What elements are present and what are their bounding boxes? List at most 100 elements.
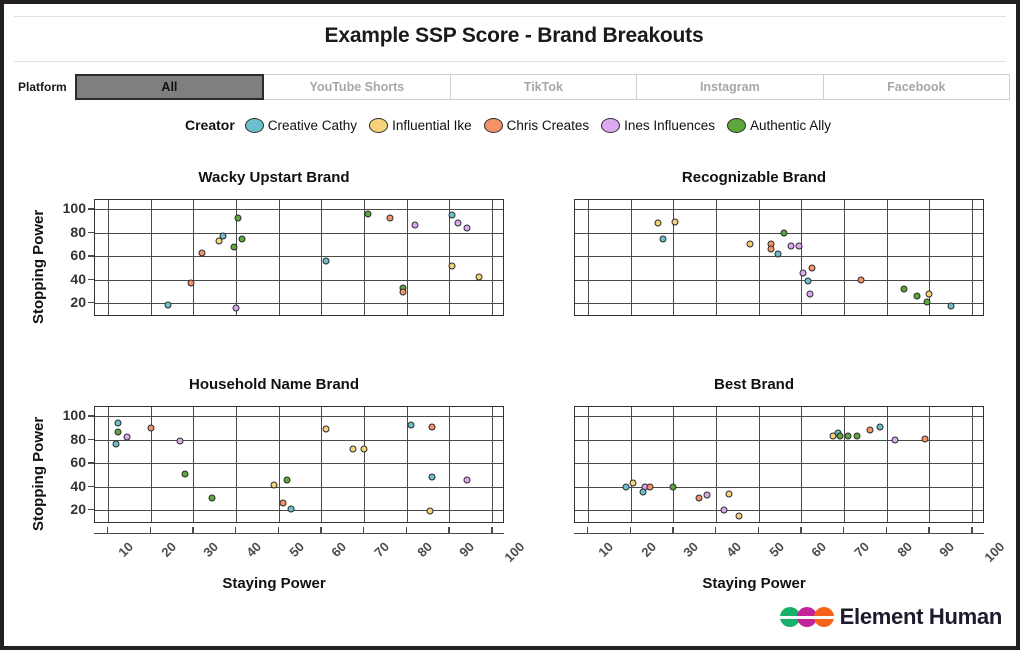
- scatter-point[interactable]: [230, 243, 238, 251]
- scatter-point[interactable]: [463, 224, 471, 232]
- scatter-point[interactable]: [900, 285, 908, 293]
- scatter-point[interactable]: [629, 479, 637, 487]
- gridline-horizontal: [95, 302, 503, 304]
- scatter-point[interactable]: [735, 512, 743, 520]
- gridline-vertical: [715, 200, 717, 315]
- scatter-point[interactable]: [399, 288, 406, 296]
- scatter-point[interactable]: [238, 235, 246, 243]
- scatter-point[interactable]: [671, 218, 679, 226]
- scatter-point[interactable]: [876, 423, 884, 431]
- scatter-point[interactable]: [808, 264, 816, 272]
- x-tick-label: 50: [765, 539, 787, 560]
- scatter-point[interactable]: [799, 269, 807, 277]
- scatter-point[interactable]: [695, 494, 703, 502]
- scatter-point[interactable]: [322, 425, 330, 433]
- legend-item-ines-influences[interactable]: Ines Influences: [601, 117, 715, 133]
- y-tick-label: 80: [70, 430, 86, 447]
- scatter-point[interactable]: [913, 292, 921, 300]
- scatter-point[interactable]: [891, 436, 899, 444]
- legend-item-chris-creates[interactable]: Chris Creates: [483, 117, 589, 133]
- gridline-horizontal: [95, 279, 503, 281]
- scatter-point[interactable]: [475, 273, 483, 281]
- scatter-point[interactable]: [114, 428, 122, 436]
- legend-item-label: Ines Influences: [624, 117, 715, 133]
- legend-item-influential-ike[interactable]: Influential Ike: [369, 117, 472, 133]
- gridline-horizontal: [575, 209, 983, 211]
- scatter-point[interactable]: [232, 304, 240, 312]
- scatter-point[interactable]: [703, 491, 711, 499]
- scatter-point[interactable]: [270, 481, 278, 489]
- scatter-point[interactable]: [181, 470, 189, 478]
- scatter-point[interactable]: [428, 473, 436, 481]
- scatter-point[interactable]: [923, 298, 931, 306]
- gridline-vertical: [107, 200, 109, 315]
- legend-swatch-icon: [244, 117, 264, 133]
- scatter-point[interactable]: [836, 432, 844, 440]
- scatter-point[interactable]: [725, 490, 733, 498]
- scatter-point[interactable]: [669, 483, 677, 491]
- gridline-vertical: [886, 200, 888, 315]
- scatter-point[interactable]: [187, 279, 195, 287]
- scatter-point[interactable]: [428, 423, 436, 431]
- x-tick-label: 50: [285, 539, 307, 560]
- scatter-point[interactable]: [866, 426, 874, 434]
- platform-tab-instagram[interactable]: Instagram: [637, 74, 824, 100]
- chart-panel-best-brand: Best Brand 10 20 30 40 50 60 70 80 90 100 Staying P…: [504, 376, 1007, 603]
- scatter-point[interactable]: [283, 476, 291, 484]
- scatter-point[interactable]: [806, 290, 814, 298]
- scatter-point[interactable]: [659, 235, 667, 243]
- scatter-point[interactable]: [176, 437, 184, 445]
- scatter-point[interactable]: [774, 250, 782, 258]
- x-tick-label: 20: [157, 539, 179, 560]
- scatter-point[interactable]: [322, 257, 330, 265]
- scatter-point[interactable]: [364, 210, 372, 218]
- scatter-point[interactable]: [844, 432, 852, 440]
- scatter-point[interactable]: [853, 432, 861, 440]
- scatter-point[interactable]: [287, 505, 295, 513]
- scatter-point[interactable]: [198, 249, 206, 257]
- scatter-point[interactable]: [234, 214, 242, 222]
- scatter-point[interactable]: [112, 440, 120, 448]
- platform-tab-all[interactable]: All: [74, 74, 265, 100]
- scatter-point[interactable]: [463, 476, 471, 484]
- scatter-point[interactable]: [219, 232, 227, 240]
- platform-tab-tiktok[interactable]: TikTok: [450, 74, 638, 100]
- scatter-point[interactable]: [448, 262, 456, 270]
- scatter-point[interactable]: [360, 445, 368, 453]
- platform-tab-facebook[interactable]: Facebook: [823, 74, 1011, 100]
- scatter-point[interactable]: [795, 242, 803, 250]
- scatter-point[interactable]: [426, 507, 434, 515]
- scatter-point[interactable]: [386, 214, 394, 222]
- legend-item-label: Authentic Ally: [749, 117, 832, 133]
- scatter-point[interactable]: [857, 276, 865, 284]
- scatter-point[interactable]: [123, 433, 131, 441]
- scatter-point[interactable]: [279, 499, 287, 507]
- scatter-point[interactable]: [921, 435, 929, 443]
- scatter-point[interactable]: [654, 219, 662, 227]
- scatter-point[interactable]: [208, 494, 216, 502]
- scatter-point[interactable]: [639, 488, 647, 496]
- scatter-point[interactable]: [746, 240, 754, 248]
- scatter-point[interactable]: [804, 277, 812, 285]
- scatter-point[interactable]: [349, 445, 357, 453]
- scatter-point[interactable]: [454, 219, 462, 227]
- legend-item-authentic-ally[interactable]: Authentic Ally: [726, 117, 832, 133]
- scatter-point[interactable]: [147, 424, 155, 432]
- scatter-point[interactable]: [411, 221, 419, 229]
- scatter-point[interactable]: [787, 242, 795, 250]
- legend-item-creative-cathy[interactable]: Creative Cathy: [244, 117, 357, 133]
- x-tick-mark: [843, 527, 845, 533]
- gridline-vertical: [150, 200, 152, 315]
- scatter-point[interactable]: [448, 211, 456, 219]
- x-tick-label: 60: [808, 539, 830, 560]
- platform-tab-youtube-shorts[interactable]: YouTube Shorts: [264, 74, 451, 100]
- scatter-point[interactable]: [114, 419, 122, 427]
- scatter-point[interactable]: [407, 421, 415, 429]
- scatter-point[interactable]: [780, 229, 788, 237]
- scatter-point[interactable]: [720, 506, 728, 514]
- chart-title: Recognizable Brand: [681, 169, 827, 186]
- scatter-point[interactable]: [646, 483, 654, 491]
- scatter-point[interactable]: [164, 301, 172, 309]
- scatter-point[interactable]: [925, 290, 933, 298]
- scatter-point[interactable]: [947, 302, 955, 310]
